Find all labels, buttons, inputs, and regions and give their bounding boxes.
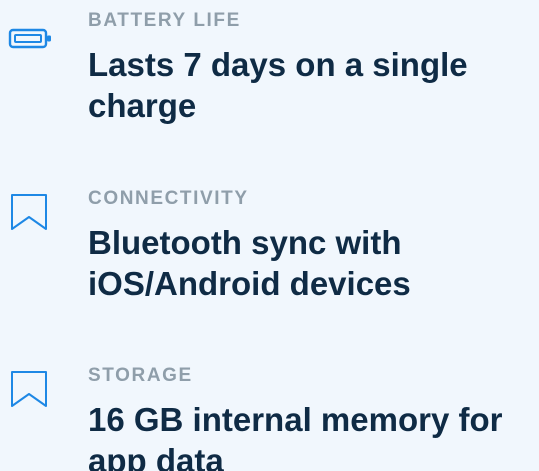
- bookmark-icon: [8, 192, 54, 232]
- feature-label: CONNECTIVITY: [88, 188, 249, 209]
- feature-title: Lasts 7 days on a single charge: [88, 46, 468, 124]
- feature-title: 16 GB internal memory for app data: [88, 401, 503, 471]
- feature-label: STORAGE: [88, 365, 193, 386]
- feature-label: BATTERY LIFE: [88, 10, 241, 31]
- feature-title: Bluetooth sync with iOS/Android devices: [88, 224, 411, 302]
- battery-icon: [8, 24, 54, 54]
- bookmark-icon: [8, 369, 54, 409]
